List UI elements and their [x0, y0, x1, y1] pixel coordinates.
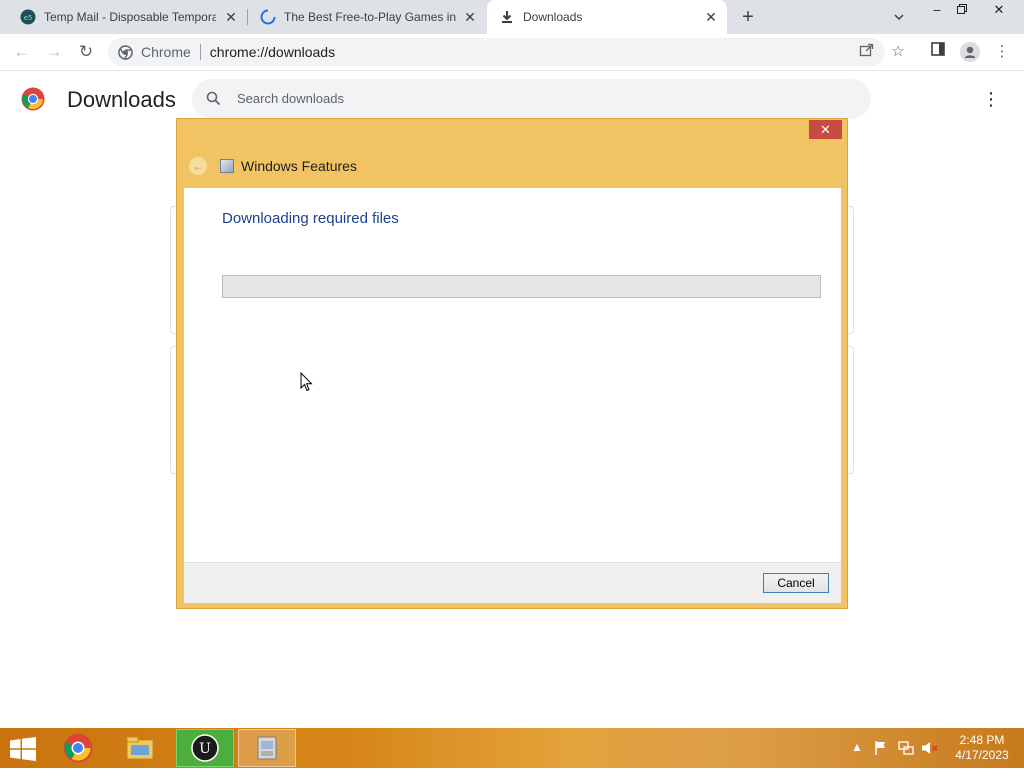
mouse-cursor-icon — [300, 371, 314, 392]
dialog-close-icon[interactable]: ✕ — [809, 120, 842, 139]
window-close-icon[interactable]: ✕ — [984, 0, 1014, 22]
windows-features-dialog: ✕ ← Windows Features Downloading require… — [176, 118, 848, 609]
omnibox-scheme-label: Chrome — [141, 44, 191, 60]
clock-time: 2:48 PM — [959, 733, 1005, 747]
file-explorer-icon[interactable] — [111, 729, 169, 767]
download-icon — [499, 9, 515, 25]
search-downloads-input[interactable]: Search downloads — [192, 79, 871, 119]
system-clock[interactable]: 2:48 PM 4/17/2023 — [948, 733, 1016, 763]
loading-spinner-icon — [260, 9, 276, 25]
downloads-menu-icon[interactable]: ⋮ — [982, 88, 1000, 110]
unreal-engine-icon[interactable]: U — [176, 729, 234, 767]
share-icon[interactable] — [856, 42, 876, 62]
browser-menu-icon[interactable]: ⋮ — [992, 42, 1012, 62]
svg-text:e5: e5 — [24, 14, 33, 22]
search-placeholder: Search downloads — [237, 91, 344, 106]
tab-close-icon[interactable]: ✕ — [223, 9, 239, 25]
tab-strip: e5 Temp Mail - Disposable Tempora ✕ The … — [0, 0, 1024, 34]
tab-title: Temp Mail - Disposable Tempora — [44, 10, 216, 24]
dialog-footer: Cancel — [184, 562, 841, 603]
tab-free-to-play-games[interactable]: The Best Free-to-Play Games in 2 ✕ — [248, 0, 486, 34]
cancel-button[interactable]: Cancel — [763, 573, 829, 593]
download-progress-bar — [222, 275, 821, 298]
start-button-icon[interactable] — [9, 737, 37, 761]
address-bar[interactable]: Chrome chrome://downloads — [108, 38, 885, 66]
network-icon[interactable] — [898, 740, 914, 780]
tab-title: The Best Free-to-Play Games in 2 — [284, 10, 458, 24]
reload-icon[interactable]: ↻ — [74, 40, 98, 64]
windows-features-icon — [220, 159, 234, 173]
browser-toolbar: ← → ↻ Chrome chrome://downloads ☆ ⋮ — [0, 34, 1024, 71]
tab-close-icon[interactable]: ✕ — [703, 9, 719, 25]
search-icon — [206, 91, 221, 111]
new-tab-button[interactable]: + — [737, 6, 759, 28]
tab-downloads[interactable]: Downloads ✕ — [487, 0, 727, 34]
show-hidden-icons-icon[interactable]: ▲ — [851, 740, 863, 780]
chrome-icon[interactable] — [49, 729, 107, 767]
volume-muted-icon[interactable] — [921, 740, 939, 780]
page-title: Downloads — [67, 87, 176, 112]
tab-title: Downloads — [523, 10, 583, 24]
forward-arrow-icon[interactable]: → — [42, 40, 66, 64]
clock-date: 4/17/2023 — [955, 748, 1009, 762]
dialog-body: Downloading required files — [184, 188, 841, 562]
bookmark-star-icon[interactable]: ☆ — [888, 42, 908, 62]
chrome-page-icon — [118, 44, 133, 60]
restore-icon[interactable] — [947, 0, 977, 22]
back-arrow-icon[interactable]: ← — [10, 40, 34, 64]
tab-close-icon[interactable]: ✕ — [462, 9, 478, 25]
omnibox-divider — [199, 44, 201, 60]
windows-taskbar: U ▲ 2:48 PM 4/17/2023 — [0, 728, 1024, 768]
dialog-title: Windows Features — [241, 158, 357, 174]
windows-features-icon[interactable] — [238, 729, 296, 767]
dialog-heading: Downloading required files — [222, 210, 399, 227]
tempmail-icon: e5 — [20, 9, 36, 25]
chrome-logo-icon — [21, 87, 45, 116]
profile-avatar-icon[interactable] — [960, 42, 980, 62]
omnibox-url: chrome://downloads — [209, 44, 336, 60]
action-center-flag-icon[interactable] — [873, 740, 889, 780]
tab-search-chevron-icon[interactable] — [884, 0, 914, 22]
back-arrow-icon[interactable]: ← — [189, 157, 207, 175]
side-panel-icon[interactable] — [928, 42, 948, 62]
svg-text:U: U — [199, 741, 211, 757]
tab-temp-mail[interactable]: e5 Temp Mail - Disposable Tempora ✕ — [0, 0, 247, 34]
